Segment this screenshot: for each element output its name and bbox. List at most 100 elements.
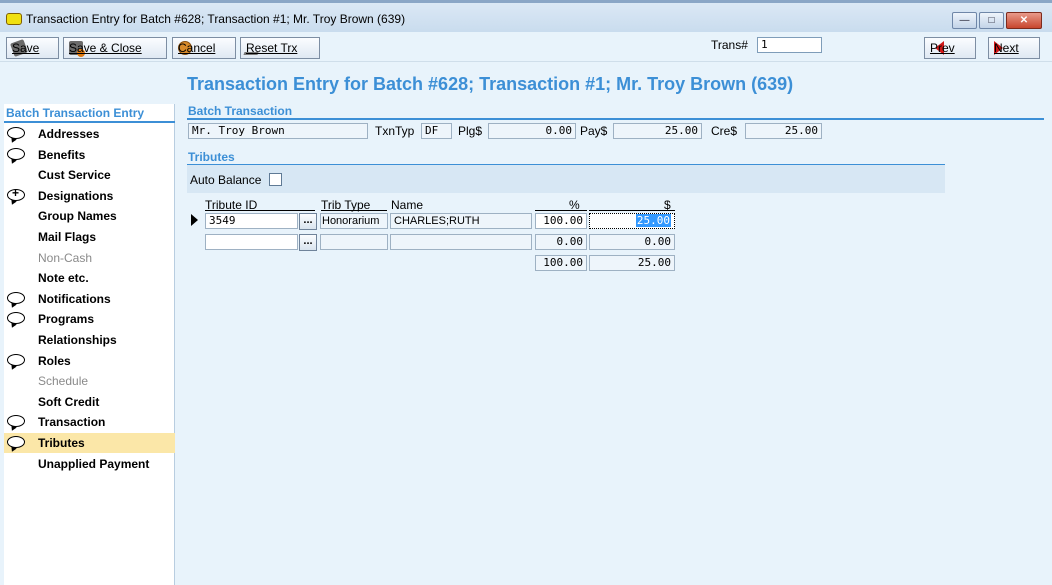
sidebar-item-label: Tributes [38,436,85,450]
trib-type-field[interactable]: Honorarium [320,213,388,229]
sidebar-item-programs[interactable]: Programs [4,309,175,329]
comment-plus-icon [7,186,25,201]
tribute-percent-field[interactable]: 100.00 [535,213,587,229]
batch-transaction-title: Batch Transaction [188,104,293,118]
minimize-icon: — [959,15,970,26]
sidebar-item-tributes[interactable]: Tributes [4,433,175,453]
sidebar-item-label: Notifications [38,291,111,306]
sidebar-item-label: Addresses [38,127,100,141]
sidebar-item-addresses[interactable]: Addresses [4,124,175,144]
sidebar-item-label: Designations [38,188,114,203]
pay-amount-field[interactable]: 25.00 [613,123,702,139]
trans-number-input[interactable]: 1 [757,37,822,53]
comment-icon [7,353,25,366]
tributes-title: Tributes [188,150,235,164]
trib-type-field-new[interactable] [320,234,388,250]
col-percent-underline [535,210,587,211]
page-title: Transaction Entry for Batch #628; Transa… [187,74,794,94]
comment-icon [7,436,25,448]
col-tribute-id-underline [205,210,315,211]
batch-transaction-divider [187,118,1044,120]
tribute-amount-field[interactable]: 25.00 [589,213,675,229]
sidebar-item-label: Schedule [38,374,89,389]
close-button[interactable]: ✕ [1006,12,1042,29]
app-icon [6,13,22,25]
sidebar-item-label: Benefits [38,147,86,162]
sidebar-title: Batch Transaction Entry [6,106,145,120]
sidebar-item-unapplied-payment[interactable]: Unapplied Payment [4,454,175,474]
trans-number-label: Trans# [711,38,748,52]
sidebar-item-label: Group Names [38,209,117,224]
sidebar-item-label: Programs [38,312,95,327]
sidebar: Batch Transaction Entry Addresses Benefit… [4,104,175,585]
auto-balance-checkbox[interactable] [269,173,282,186]
comment-icon [7,312,25,325]
credit-amount-field[interactable]: 25.00 [745,123,822,139]
txntyp-field[interactable]: DF [421,123,452,139]
cre-label: Cre$ [711,124,738,138]
tribute-amount-value: 25.00 [635,214,671,227]
next-button[interactable]: Next [988,37,1040,59]
save-close-button[interactable]: Save & Close [63,37,167,59]
comment-icon [7,415,25,428]
sidebar-item-label: Roles [38,353,71,368]
col-amount-underline [589,210,675,211]
comment-icon [7,127,25,139]
sidebar-item-label: Relationships [38,333,117,347]
window-title: Transaction Entry for Batch #628; Transa… [26,12,406,26]
sidebar-item-label: Non-Cash [38,250,93,265]
sidebar-item-label: Unapplied Payment [38,456,150,471]
toolbar: Save Save & Close Cancel Reset Trx Prev … [0,32,1052,62]
sidebar-item-cust-service[interactable]: Cust Service [4,165,175,185]
tribute-id-field-new[interactable] [205,234,298,250]
sidebar-item-roles[interactable]: Roles [4,351,175,371]
sidebar-item-relationships[interactable]: Relationships [4,330,175,350]
col-trib-type-underline [321,210,387,211]
sidebar-item-notifications[interactable]: Notifications [4,289,175,309]
sidebar-item-transaction[interactable]: Transaction [4,412,175,432]
tribute-name-field-new[interactable] [390,234,532,250]
sidebar-item-label: Soft Credit [38,394,100,409]
pledge-amount-field[interactable]: 0.00 [488,123,576,139]
donor-name-field[interactable]: Mr. Troy Brown [188,123,368,139]
sidebar-item-label: Cust Service [38,168,111,183]
title-bar: Transaction Entry for Batch #628; Transa… [0,0,1052,32]
window-controls: — □ ✕ [950,12,1042,29]
close-icon: ✕ [1019,15,1029,26]
minimize-button[interactable]: — [952,12,977,29]
tribute-amount-field-new[interactable]: 0.00 [589,234,675,250]
tribute-percent-field-new[interactable]: 0.00 [535,234,587,250]
sidebar-item-soft-credit[interactable]: Soft Credit [4,392,175,412]
sidebar-item-group-names[interactable]: Group Names [4,206,175,226]
save-button[interactable]: Save [6,37,59,59]
tribute-lookup-button-new[interactable]: ... [299,234,317,251]
pay-label: Pay$ [580,124,608,138]
sidebar-item-label: Note etc. [38,271,89,286]
tribute-name-field[interactable]: CHARLES;RUTH [390,213,532,229]
comment-icon [7,291,25,304]
sidebar-divider [4,121,175,123]
sidebar-item-label: Transaction [38,415,106,430]
sidebar-item-non-cash[interactable]: Non-Cash [4,248,175,268]
col-name: Name [391,198,424,212]
reset-trx-button[interactable]: Reset Trx [240,37,320,59]
tribute-id-field[interactable]: 3549 [205,213,298,229]
sidebar-item-note-etc[interactable]: Note etc. [4,268,175,288]
sidebar-item-mail-flags[interactable]: Mail Flags [4,227,175,247]
txntyp-label: TxnTyp [375,124,415,138]
auto-balance-bar: Auto Balance [187,165,945,193]
current-row-marker [191,214,198,226]
cancel-button[interactable]: Cancel [172,37,236,59]
total-percent: 100.00 [535,255,587,271]
maximize-button[interactable]: □ [979,12,1004,29]
sidebar-item-schedule[interactable]: Schedule [4,371,175,391]
maximize-icon: □ [988,15,995,26]
plg-label: Plg$ [458,124,483,138]
sidebar-item-benefits[interactable]: Benefits [4,145,175,165]
auto-balance-label: Auto Balance [190,173,262,187]
sidebar-item-designations[interactable]: Designations [4,186,175,206]
prev-button[interactable]: Prev [924,37,976,59]
sidebar-item-label: Mail Flags [38,230,97,244]
tribute-lookup-button[interactable]: ... [299,213,317,230]
comment-icon [7,147,25,160]
